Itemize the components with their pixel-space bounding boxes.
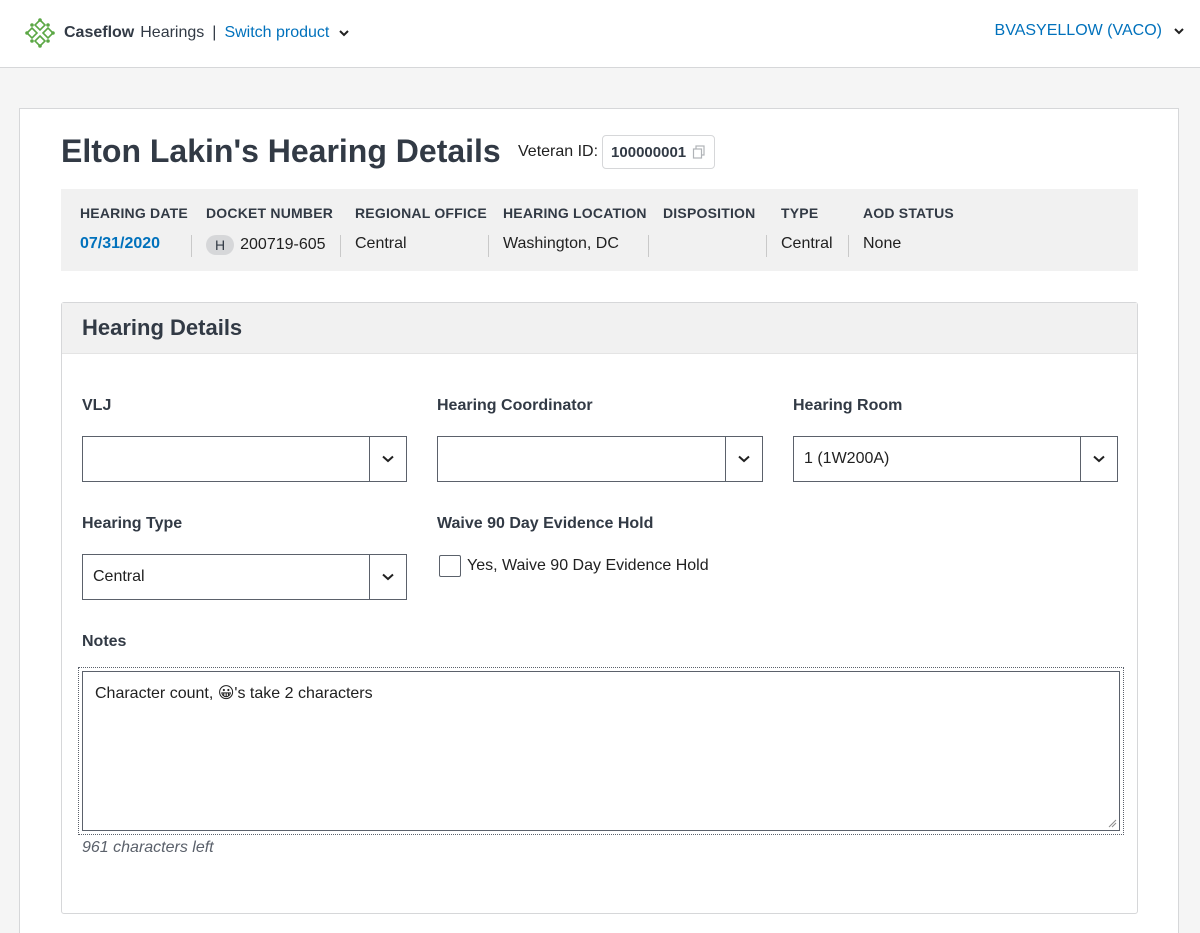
page-title: Elton Lakin's Hearing Details: [61, 133, 501, 169]
hearing-coordinator-select[interactable]: [437, 436, 763, 482]
waive-evidence-hold-checkbox-label[interactable]: Yes, Waive 90 Day Evidence Hold: [467, 557, 709, 575]
hearing-room-select[interactable]: 1 (1W200A): [793, 436, 1118, 482]
divider: [488, 235, 489, 257]
veteran-id: Veteran ID: 100000001: [518, 135, 716, 169]
waive-evidence-hold-label: Waive 90 Day Evidence Hold: [437, 515, 654, 532]
aod-status-value: None: [863, 235, 902, 252]
summary-aod-status: AOD STATUS None: [863, 205, 954, 253]
hearing-details-panel: Hearing Details VLJ Hearing Coordinator …: [61, 302, 1138, 914]
copy-icon: [693, 145, 705, 159]
user-name: BVASYELLOW (VACO): [994, 22, 1162, 39]
divider: [648, 235, 649, 257]
divider: [191, 235, 192, 257]
notes-textarea[interactable]: Character count, 😀's take 2 characters: [82, 671, 1120, 831]
vlj-label: VLJ: [82, 397, 112, 414]
vlj-select[interactable]: [82, 436, 407, 482]
notes-focus-ring: Character count, 😀's take 2 characters: [78, 667, 1124, 835]
summary-header: TYPE: [781, 205, 819, 221]
docket-value: H 200719-605: [206, 235, 333, 255]
characters-left: 961 characters left: [82, 839, 214, 856]
summary-hearing-date: HEARING DATE 07/31/2020: [80, 205, 188, 253]
dropdown-toggle[interactable]: [1080, 437, 1117, 481]
hearing-type-label: Hearing Type: [82, 515, 183, 532]
notes-text: Character count, 😀's take 2 characters: [95, 685, 373, 702]
dropdown-toggle[interactable]: [369, 555, 406, 599]
summary-hearing-location: HEARING LOCATION Washington, DC: [503, 205, 647, 253]
summary-regional-office: REGIONAL OFFICE Central: [355, 205, 487, 253]
summary-disposition: DISPOSITION: [663, 205, 755, 235]
docket-type-badge: H: [206, 235, 235, 255]
regional-office-value: Central: [355, 235, 407, 252]
divider: [848, 235, 849, 257]
veteran-id-value: 100000001: [611, 143, 687, 161]
summary-type: TYPE Central: [781, 205, 833, 253]
hearing-summary: HEARING DATE 07/31/2020 DOCKET NUMBER H …: [61, 189, 1138, 271]
brand[interactable]: Caseflow Hearings | Switch product: [24, 17, 350, 49]
copy-veteran-id-button[interactable]: 100000001: [602, 135, 716, 169]
chevron-down-icon: [382, 455, 394, 463]
hearing-details-card: Elton Lakin's Hearing Details Veteran ID…: [19, 108, 1179, 933]
veteran-id-label: Veteran ID:: [518, 143, 599, 160]
summary-header: DOCKET NUMBER: [206, 205, 334, 221]
chevron-down-icon: [1174, 28, 1184, 35]
hearing-room-label: Hearing Room: [793, 397, 903, 414]
nav-separator: |: [212, 24, 217, 41]
hearing-type-value: Central: [93, 568, 145, 585]
summary-header: REGIONAL OFFICE: [355, 205, 487, 221]
notes-label: Notes: [82, 633, 127, 650]
docket-number: 200719-605: [240, 236, 326, 253]
panel-header: Hearing Details: [62, 303, 1137, 354]
chevron-down-icon: [738, 455, 750, 463]
waive-evidence-hold-checkbox[interactable]: [439, 555, 461, 577]
divider: [766, 235, 767, 257]
panel-title: Hearing Details: [82, 315, 243, 340]
top-navigation: Caseflow Hearings | Switch product BVASY…: [0, 0, 1200, 68]
chevron-down-icon[interactable]: [339, 28, 350, 38]
switch-product-link[interactable]: Switch product: [224, 24, 329, 42]
user-menu[interactable]: BVASYELLOW (VACO): [995, 22, 1184, 40]
brand-name: Caseflow: [64, 24, 135, 41]
summary-header: DISPOSITION: [663, 205, 756, 221]
hearing-date-link[interactable]: 07/31/2020: [80, 235, 188, 253]
dropdown-toggle[interactable]: [725, 437, 762, 481]
summary-header: AOD STATUS: [863, 205, 954, 221]
chevron-down-icon: [1093, 455, 1105, 463]
caseflow-logo-icon: [25, 18, 55, 48]
hearing-type-select[interactable]: Central: [82, 554, 407, 600]
chevron-down-icon: [382, 573, 394, 581]
summary-docket-number: DOCKET NUMBER H 200719-605: [206, 205, 333, 255]
hearing-room-value: 1 (1W200A): [804, 450, 890, 467]
summary-header: HEARING LOCATION: [503, 205, 647, 221]
hearing-coordinator-label: Hearing Coordinator: [437, 397, 593, 414]
app-name: Hearings: [140, 24, 205, 41]
type-value: Central: [781, 235, 833, 252]
divider: [340, 235, 341, 257]
summary-header: HEARING DATE: [80, 205, 188, 221]
resize-handle-icon[interactable]: [1107, 818, 1117, 828]
hearing-location-value: Washington, DC: [503, 235, 619, 252]
dropdown-toggle[interactable]: [369, 437, 406, 481]
